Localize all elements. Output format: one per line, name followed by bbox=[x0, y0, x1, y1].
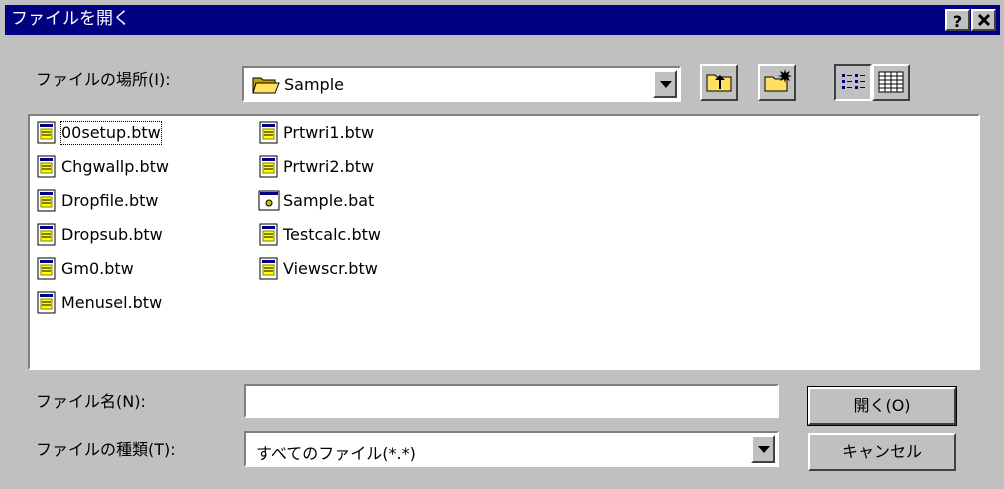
document-icon bbox=[37, 189, 56, 212]
file-list-item[interactable]: Sample.bat bbox=[258, 186, 375, 216]
document-icon bbox=[37, 155, 56, 178]
new-folder-icon bbox=[764, 69, 792, 92]
file-name: Sample.bat bbox=[283, 191, 375, 210]
document-icon bbox=[259, 155, 278, 178]
help-button[interactable]: ? bbox=[945, 9, 970, 31]
open-button[interactable]: 開く(O) bbox=[807, 386, 957, 426]
close-button[interactable] bbox=[971, 9, 996, 31]
location-dropdown-button[interactable] bbox=[653, 70, 677, 98]
list-view-icon bbox=[842, 74, 865, 89]
filename-input[interactable] bbox=[244, 384, 779, 418]
document-icon bbox=[37, 223, 56, 246]
list-view-button[interactable] bbox=[834, 64, 872, 101]
location-value: Sample bbox=[284, 75, 344, 94]
filetype-dropdown-button[interactable] bbox=[751, 435, 775, 463]
document-icon bbox=[37, 257, 56, 280]
location-combo[interactable]: Sample bbox=[242, 66, 681, 102]
batch-file-icon bbox=[258, 190, 280, 211]
new-folder-button[interactable] bbox=[758, 64, 796, 101]
folder-up-icon bbox=[706, 74, 732, 92]
up-folder-button[interactable] bbox=[700, 64, 738, 101]
file-list[interactable]: 00setup.btw Chgwallp.btw Dropfile.btw Drops… bbox=[28, 114, 980, 370]
file-name: Testcalc.btw bbox=[283, 225, 381, 244]
title-bar[interactable]: ファイルを開く ? bbox=[5, 5, 1000, 35]
file-list-item[interactable]: Testcalc.btw bbox=[258, 220, 382, 250]
document-icon bbox=[259, 121, 278, 144]
cancel-button[interactable]: キャンセル bbox=[808, 433, 956, 471]
document-icon bbox=[37, 291, 56, 314]
file-list-item[interactable]: Viewscr.btw bbox=[258, 254, 379, 284]
file-list-item[interactable]: Prtwri1.btw bbox=[258, 118, 375, 148]
file-list-item[interactable]: Prtwri2.btw bbox=[258, 152, 375, 182]
file-name: Chgwallp.btw bbox=[61, 157, 170, 176]
file-name: Menusel.btw bbox=[61, 293, 163, 312]
file-list-item[interactable]: Gm0.btw bbox=[36, 254, 135, 284]
dialog-title: ファイルを開く bbox=[11, 9, 130, 29]
filetype-combo[interactable]: すべてのファイル(*.*) bbox=[244, 431, 779, 467]
document-icon bbox=[37, 121, 56, 144]
file-list-item[interactable]: Dropsub.btw bbox=[36, 220, 164, 250]
file-list-item[interactable]: 00setup.btw bbox=[36, 118, 162, 148]
filetype-label: ファイルの種類(T): bbox=[36, 440, 176, 459]
open-folder-icon bbox=[252, 77, 280, 94]
file-list-item[interactable]: Dropfile.btw bbox=[36, 186, 159, 216]
file-name: Prtwri2.btw bbox=[283, 157, 375, 176]
filename-label: ファイル名(N): bbox=[36, 392, 146, 411]
file-list-item[interactable]: Menusel.btw bbox=[36, 288, 163, 318]
details-view-button[interactable] bbox=[872, 64, 910, 101]
document-icon bbox=[259, 223, 278, 246]
close-icon bbox=[977, 13, 990, 27]
details-view-icon bbox=[878, 71, 904, 93]
file-name: Viewscr.btw bbox=[283, 259, 378, 278]
file-name: 00setup.btw bbox=[60, 121, 162, 145]
file-name: Dropfile.btw bbox=[61, 191, 159, 210]
open-file-dialog: ファイルを開く ? ファイルの場所(I): Sample 00setup.btw… bbox=[0, 0, 1004, 489]
document-icon bbox=[259, 257, 278, 280]
filetype-value: すべてのファイル(*.*) bbox=[256, 444, 416, 463]
file-name: Prtwri1.btw bbox=[283, 123, 375, 142]
file-name: Gm0.btw bbox=[61, 259, 134, 278]
location-label: ファイルの場所(I): bbox=[36, 70, 171, 89]
file-name: Dropsub.btw bbox=[61, 225, 163, 244]
file-list-item[interactable]: Chgwallp.btw bbox=[36, 152, 170, 182]
